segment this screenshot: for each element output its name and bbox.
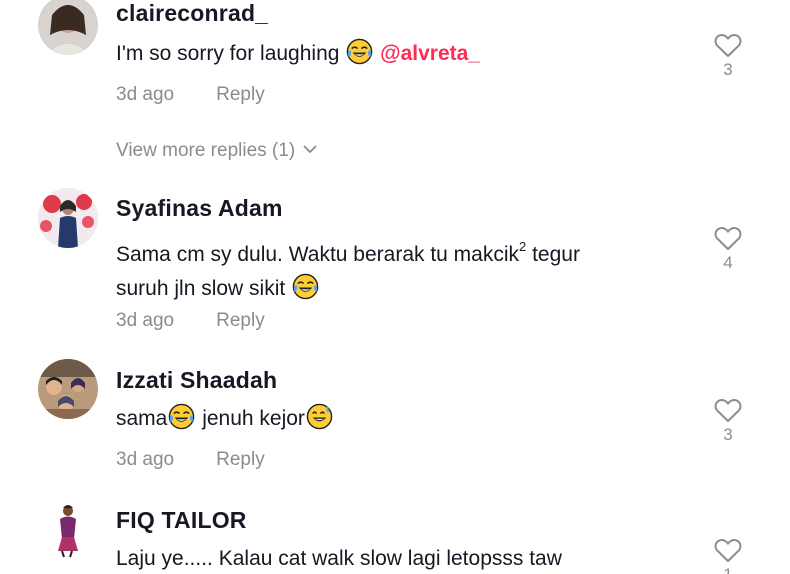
comment-text-content: Sama cm sy dulu. Waktu berarak tu makcik xyxy=(116,243,520,266)
like-button[interactable]: 4 xyxy=(710,226,746,273)
heart-outline-icon xyxy=(710,33,746,58)
comment-text-content: sama xyxy=(116,407,168,430)
avatar[interactable] xyxy=(38,188,98,248)
comment-meta: 3d ago Reply xyxy=(116,84,265,106)
view-more-replies-button[interactable]: View more replies (1) xyxy=(116,138,317,162)
face-with-tears-of-joy-icon xyxy=(292,273,319,300)
reply-button[interactable]: Reply xyxy=(216,84,265,105)
comment-time: 3d ago xyxy=(116,310,175,331)
grinning-face-with-sweat-icon xyxy=(306,403,333,430)
face-with-tears-of-joy-icon xyxy=(346,38,373,65)
view-more-replies-label: View more replies (1) xyxy=(116,140,296,161)
comment-text-content: tegur xyxy=(526,243,580,266)
heart-outline-icon xyxy=(710,538,746,563)
comment-text-line2: suruh jln slow sikit xyxy=(116,277,292,300)
comment-text: Laju ye..... Kalau cat walk slow lagi le… xyxy=(116,547,562,570)
face-with-tears-of-joy-icon xyxy=(168,403,195,430)
comment-text: sama jenuh kejor xyxy=(116,402,334,436)
heart-outline-icon xyxy=(710,226,746,251)
comment-time: 3d ago xyxy=(116,84,175,105)
comment-username[interactable]: Izzati Shaadah xyxy=(116,367,277,394)
like-count: 1 xyxy=(710,565,746,574)
comment-text: Sama cm sy dulu. Waktu berarak tu makcik… xyxy=(116,230,580,306)
reply-button[interactable]: Reply xyxy=(216,449,265,470)
chevron-down-icon xyxy=(303,138,317,160)
avatar[interactable] xyxy=(38,499,98,559)
comment-text-content: jenuh kejor xyxy=(196,407,305,430)
comment-username[interactable]: Syafinas Adam xyxy=(116,195,283,222)
reply-button[interactable]: Reply xyxy=(216,310,265,331)
like-button[interactable]: 1 xyxy=(710,538,746,574)
comment-item: claireconrad_ I'm so sorry for laughing … xyxy=(0,0,790,170)
comment-username[interactable]: claireconrad_ xyxy=(116,0,268,27)
comment-time: 3d ago xyxy=(116,449,175,470)
comment-text-line1: Sama cm sy dulu. Waktu berarak tu makcik… xyxy=(116,239,580,266)
comment-item: Syafinas Adam Sama cm sy dulu. Waktu ber… xyxy=(0,180,790,350)
comment-item: Izzati Shaadah sama jenuh kejor 3d ago Re… xyxy=(0,352,790,492)
like-count: 3 xyxy=(723,60,733,79)
comment-meta: 3d ago Reply xyxy=(116,310,265,332)
comment-meta: 3d ago Reply xyxy=(116,449,265,471)
comment-text-content: I'm so sorry for laughing xyxy=(116,42,346,65)
like-button[interactable]: 3 xyxy=(710,33,746,80)
comment-item: FIQ TAILOR Laju ye..... Kalau cat walk s… xyxy=(0,492,790,574)
heart-outline-icon xyxy=(710,398,746,423)
like-count: 3 xyxy=(723,425,733,444)
avatar[interactable] xyxy=(38,0,98,55)
like-button[interactable]: 3 xyxy=(710,398,746,445)
comment-username[interactable]: FIQ TAILOR xyxy=(116,507,247,534)
mention-link[interactable]: @alvreta_ xyxy=(380,42,480,65)
like-count: 4 xyxy=(723,253,733,272)
comment-text: I'm so sorry for laughing @alvreta_ xyxy=(116,37,480,71)
avatar[interactable] xyxy=(38,359,98,419)
